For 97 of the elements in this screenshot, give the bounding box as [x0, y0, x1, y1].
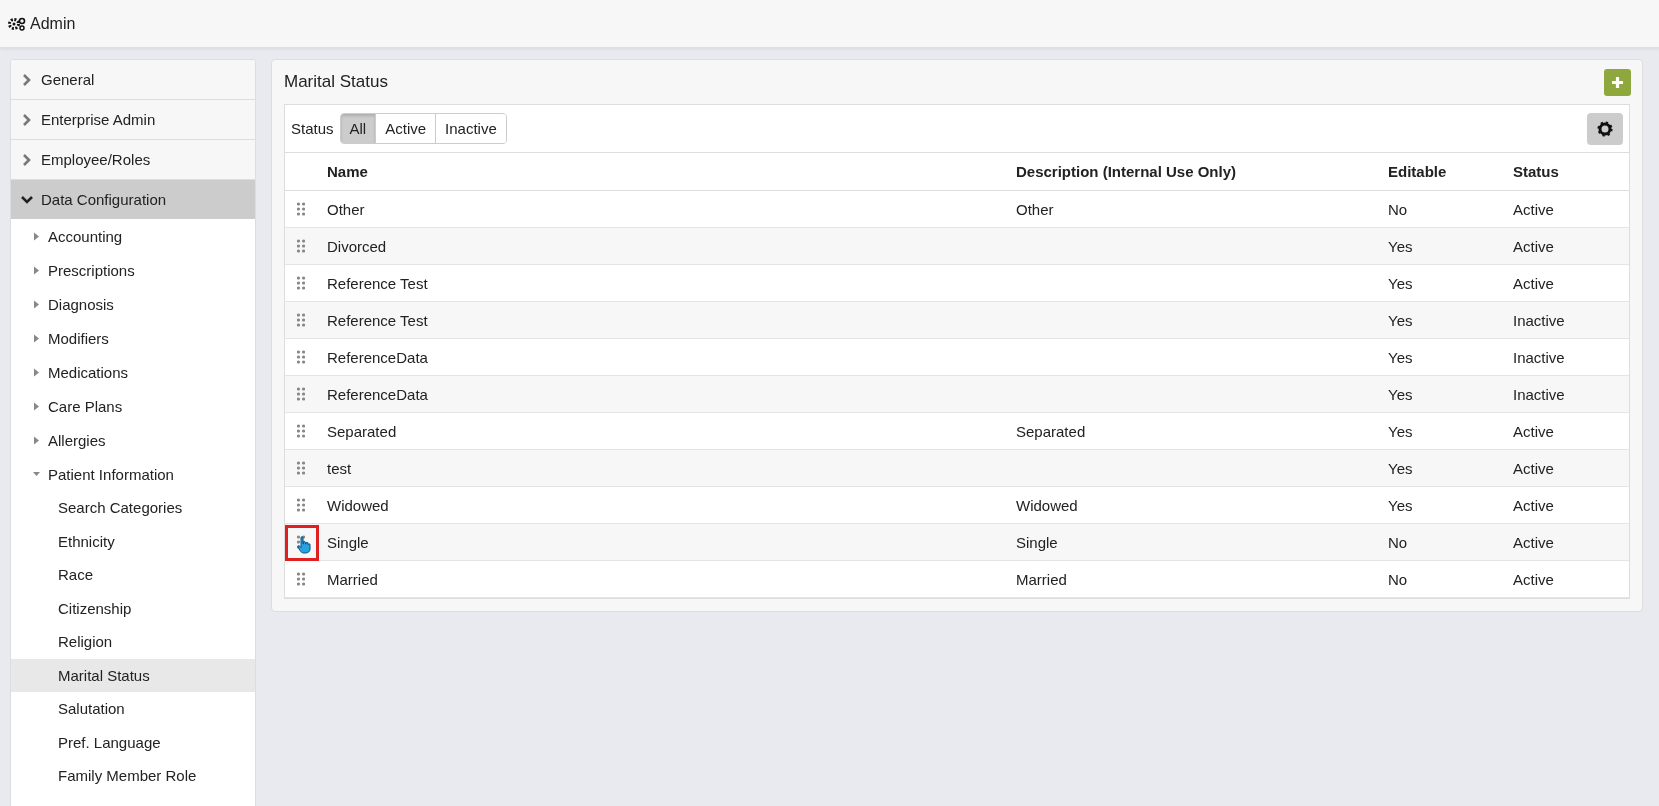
sidebar-item[interactable]: Search Categories [11, 491, 255, 525]
chevron-right-icon [21, 153, 33, 166]
sidebar-group[interactable]: Employee/Roles [11, 140, 255, 180]
caret-right-icon [33, 435, 40, 445]
hand-cursor-icon [297, 536, 311, 554]
table-cell: Single [1016, 523, 1388, 561]
sidebar-item[interactable]: Marital Status [11, 658, 255, 692]
table-cell: Reference Test [327, 301, 1016, 339]
drag-handle-icon[interactable] [297, 276, 305, 290]
table-cell: Yes [1388, 301, 1513, 339]
sidebar-item[interactable]: Accounting [11, 219, 255, 253]
sidebar-item[interactable]: Citizenship [11, 591, 255, 625]
settings-icon [1597, 120, 1613, 137]
table-cell: Active [1513, 523, 1629, 561]
drag-handle-icon[interactable] [297, 424, 305, 438]
table-cell: Active [1513, 560, 1629, 598]
table-cell: Inactive [1513, 338, 1629, 376]
page-title: Admin [30, 14, 76, 33]
table-cell: Active [1513, 227, 1629, 265]
filter-label: Status [291, 120, 334, 137]
drag-handle-icon[interactable] [297, 387, 305, 401]
table-cell: No [1388, 190, 1513, 228]
settings-button[interactable] [1587, 112, 1623, 145]
sidebar-item[interactable]: Diagnosis [11, 287, 255, 321]
gears-icon [8, 16, 26, 31]
table-cell: Widowed [327, 486, 1016, 524]
caret-right-icon [33, 265, 40, 275]
table-cell: Inactive [1513, 301, 1629, 339]
drag-handle-icon[interactable] [297, 239, 305, 253]
table-cell: Divorced [327, 227, 1016, 265]
sidebar-group[interactable]: Enterprise Admin [11, 100, 255, 140]
highlight-frame [285, 525, 319, 561]
chevron-right-icon [21, 113, 33, 126]
table-cell: Yes [1388, 227, 1513, 265]
table-cell: Other [327, 190, 1016, 228]
drag-handle-icon[interactable] [297, 498, 305, 512]
table-cell: No [1388, 560, 1513, 598]
drag-handle-icon[interactable] [297, 313, 305, 327]
sidebar-item[interactable]: Patient Information [11, 457, 255, 491]
drag-handle-icon[interactable] [297, 202, 305, 216]
column-header: Description (Internal Use Only) [1016, 153, 1388, 191]
chevron-right-icon [21, 73, 33, 86]
sidebar-item[interactable]: Pref. Language [11, 725, 255, 759]
sidebar-item[interactable]: Medications [11, 355, 255, 389]
caret-right-icon [33, 401, 40, 411]
table-cell: Separated [327, 412, 1016, 450]
caret-right-icon [33, 299, 40, 309]
table-cell: Yes [1388, 486, 1513, 524]
caret-right-icon [33, 333, 40, 343]
sidebar-item[interactable]: Prescriptions [11, 253, 255, 287]
table-cell: Active [1513, 449, 1629, 487]
plus-icon [1611, 75, 1624, 89]
caret-down-icon [33, 469, 40, 479]
sidebar-item[interactable]: Modifiers [11, 321, 255, 355]
table-cell: Yes [1388, 264, 1513, 302]
column-header: Name [327, 153, 1016, 191]
sidebar-item[interactable]: Religion [11, 625, 255, 659]
table-cell: Yes [1388, 375, 1513, 413]
table-cell: Active [1513, 190, 1629, 228]
sidebar-item[interactable]: Race [11, 558, 255, 592]
table-cell: Widowed [1016, 486, 1388, 524]
panel-title: Marital Status [284, 72, 388, 92]
table-cell: test [327, 449, 1016, 487]
table-cell: Active [1513, 264, 1629, 302]
drag-handle-icon[interactable] [297, 572, 305, 586]
table-cell: Active [1513, 486, 1629, 524]
table-cell: Yes [1388, 449, 1513, 487]
table-cell: Single [327, 523, 1016, 561]
sidebar-item[interactable]: Care Plans [11, 389, 255, 423]
sidebar-item[interactable]: Allergies [11, 423, 255, 457]
table-cell: ReferenceData [327, 338, 1016, 376]
column-header: Status [1513, 153, 1629, 191]
sidebar-item[interactable]: Ethnicity [11, 524, 255, 558]
chevron-down-icon [21, 193, 33, 206]
table-cell: Other [1016, 190, 1388, 228]
table-cell: Yes [1388, 412, 1513, 450]
sidebar-group[interactable]: Data Configuration [11, 180, 255, 219]
column-header: Editable [1388, 153, 1513, 191]
caret-right-icon [33, 231, 40, 241]
drag-handle-icon[interactable] [297, 461, 305, 475]
table-cell: Active [1513, 412, 1629, 450]
table-cell: Married [327, 560, 1016, 598]
table-cell: Yes [1388, 338, 1513, 376]
sidebar-item[interactable]: Salutation [11, 692, 255, 726]
sidebar-item[interactable]: Family Member Role [11, 759, 255, 793]
sidebar-group[interactable]: General [11, 60, 255, 100]
table-cell: Separated [1016, 412, 1388, 450]
table-cell: Reference Test [327, 264, 1016, 302]
table-cell: No [1388, 523, 1513, 561]
drag-handle-icon[interactable] [297, 350, 305, 364]
table-cell: ReferenceData [327, 375, 1016, 413]
caret-right-icon [33, 367, 40, 377]
add-button[interactable] [1604, 68, 1631, 96]
filter-tab[interactable]: All [340, 114, 376, 143]
filter-tab[interactable]: Inactive [435, 114, 506, 143]
table-cell: Married [1016, 560, 1388, 598]
table-cell: Inactive [1513, 375, 1629, 413]
